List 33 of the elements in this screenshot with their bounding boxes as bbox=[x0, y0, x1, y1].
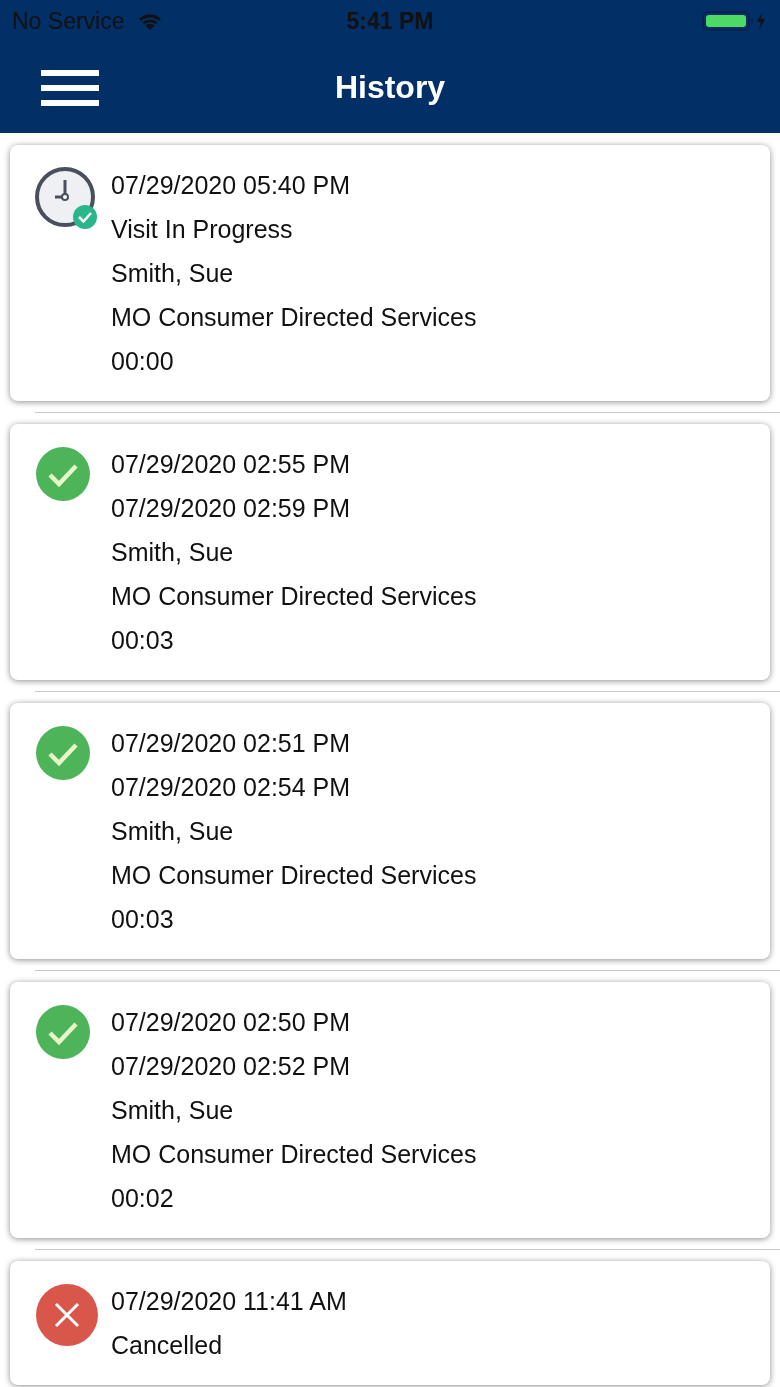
clock-time: 5:41 PM bbox=[346, 7, 434, 35]
visit-detail: MO Consumer Directed Services bbox=[111, 1139, 477, 1170]
visit-detail: Visit In Progress bbox=[111, 214, 294, 245]
visit-detail: 07/29/2020 02:55 PM bbox=[111, 449, 352, 480]
visit-detail: 07/29/2020 02:50 PM bbox=[111, 1007, 352, 1038]
visit-card[interactable]: 07/29/2020 02:50 PM 07/29/2020 02:52 PM Smith, Sue MO Consumer Directed Services 00:02 bbox=[10, 982, 770, 1238]
visit-detail: 07/29/2020 02:51 PM bbox=[111, 728, 352, 759]
visit-detail: 07/29/2020 02:54 PM bbox=[111, 772, 352, 803]
visit-detail: MO Consumer Directed Services bbox=[111, 302, 477, 333]
visit-detail: 07/29/2020 05:40 PM bbox=[111, 170, 352, 201]
visit-detail: Smith, Sue bbox=[111, 1095, 235, 1126]
visit-detail: Cancelled bbox=[111, 1330, 224, 1361]
battery-icon bbox=[702, 10, 768, 32]
visit-card[interactable]: 07/29/2020 05:40 PM Visit In Progress Smith, Sue MO Consumer Directed Services 00:00 bbox=[10, 145, 770, 401]
visit-card[interactable]: 07/29/2020 02:51 PM 07/29/2020 02:54 PM Smith, Sue MO Consumer Directed Services 00:03 bbox=[10, 703, 770, 959]
visit-detail: 00:03 bbox=[111, 904, 175, 935]
menu-button[interactable] bbox=[40, 67, 100, 108]
visit-detail: Smith, Sue bbox=[111, 537, 235, 568]
visit-detail: 07/29/2020 02:52 PM bbox=[111, 1051, 352, 1082]
visit-detail: 07/29/2020 02:59 PM bbox=[111, 493, 352, 524]
visit-detail: MO Consumer Directed Services bbox=[111, 581, 477, 612]
visit-detail: 00:00 bbox=[111, 346, 175, 377]
visit-detail: Smith, Sue bbox=[111, 816, 235, 847]
visit-detail: 00:02 bbox=[111, 1183, 175, 1214]
carrier-label: No Service bbox=[12, 7, 125, 35]
visit-detail: 00:03 bbox=[111, 625, 175, 656]
menu-icon bbox=[40, 67, 100, 108]
visit-detail: MO Consumer Directed Services bbox=[111, 860, 477, 891]
screen-title: History bbox=[334, 69, 446, 106]
visit-card[interactable]: 07/29/2020 02:55 PM 07/29/2020 02:59 PM Smith, Sue MO Consumer Directed Services 00:03 bbox=[10, 424, 770, 680]
visit-detail: 07/29/2020 11:41 AM bbox=[111, 1286, 347, 1317]
visit-detail: Smith, Sue bbox=[111, 258, 235, 289]
visit-card[interactable]: 07/29/2020 11:41 AM Cancelled bbox=[10, 1261, 770, 1385]
